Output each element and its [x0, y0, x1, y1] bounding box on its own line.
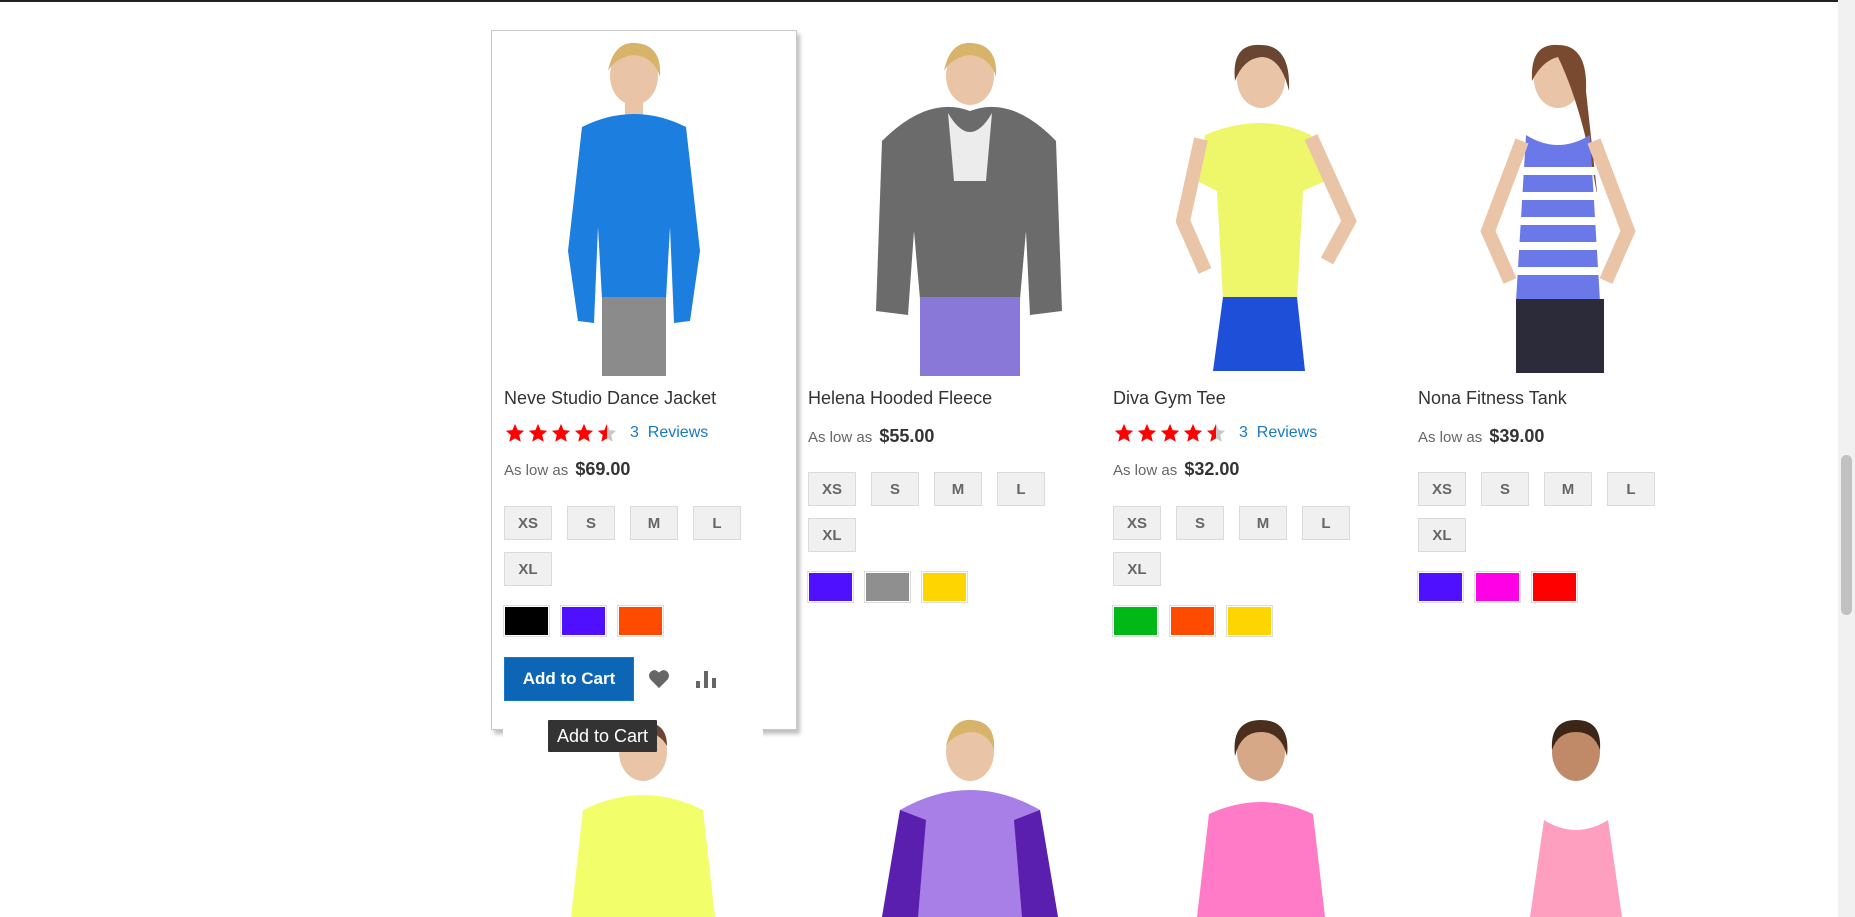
model-photo: [876, 42, 1062, 376]
model-photo: [1480, 44, 1636, 373]
color-swatches: [807, 571, 1089, 603]
star-full-icon: [1137, 423, 1157, 442]
product-image[interactable]: [808, 710, 1068, 917]
product-card-nona-fitness-tank[interactable]: Nona Fitness Tank As low as $39.00 XS S …: [1417, 31, 1699, 603]
size-options: XS S M L XL: [1113, 506, 1373, 586]
size-option[interactable]: S: [567, 506, 615, 540]
product-name[interactable]: Diva Gym Tee: [1113, 387, 1394, 409]
model-photo: [1175, 44, 1357, 371]
product-rating: 3 Reviews: [504, 421, 785, 445]
size-option[interactable]: L: [1302, 506, 1350, 540]
reviews-link[interactable]: 3 Reviews: [1239, 424, 1317, 442]
size-option[interactable]: M: [934, 472, 982, 506]
size-option[interactable]: L: [997, 472, 1045, 506]
size-option[interactable]: XL: [1113, 552, 1161, 586]
color-swatch[interactable]: [1417, 571, 1464, 603]
size-option[interactable]: XS: [1418, 472, 1466, 506]
star-full-icon: [574, 423, 594, 442]
model-photo: [568, 42, 700, 376]
color-swatches: [1112, 605, 1394, 637]
color-swatch[interactable]: [1112, 605, 1159, 637]
product-image[interactable]: [808, 31, 1068, 376]
page-scrollbar[interactable]: [1838, 0, 1855, 917]
color-swatch[interactable]: [1474, 571, 1521, 603]
color-swatches: [1417, 571, 1699, 603]
price-box: As low as $69.00: [504, 459, 631, 479]
price: $69.00: [575, 459, 631, 479]
product-name[interactable]: Helena Hooded Fleece: [808, 387, 1089, 409]
rating-stars: [1113, 422, 1227, 444]
product-image[interactable]: [1418, 31, 1678, 376]
color-swatch[interactable]: [807, 571, 854, 603]
color-swatches: [503, 605, 785, 637]
scrollbar-thumb[interactable]: [1841, 455, 1852, 615]
color-swatch[interactable]: [617, 605, 664, 637]
color-swatch[interactable]: [1531, 571, 1578, 603]
price: $39.00: [1489, 426, 1545, 446]
top-border: [0, 0, 1855, 2]
heart-icon[interactable]: [647, 667, 671, 691]
product-card-neve-studio-dance-jacket[interactable]: Neve Studio Dance Jacket 3 Reviews As lo…: [491, 30, 797, 730]
compare-icon[interactable]: [694, 667, 718, 691]
star-full-icon: [1183, 423, 1203, 442]
product-name[interactable]: Nona Fitness Tank: [1418, 387, 1699, 409]
add-to-cart-tooltip: Add to Cart: [548, 720, 658, 752]
product-image[interactable]: [1418, 710, 1678, 917]
size-options: XS S M L XL: [504, 506, 764, 586]
product-image[interactable]: [504, 31, 764, 376]
color-swatch[interactable]: [921, 571, 968, 603]
price-box: As low as $55.00: [808, 426, 935, 446]
size-option[interactable]: S: [1481, 472, 1529, 506]
price: $55.00: [879, 426, 935, 446]
product-card[interactable]: [1113, 710, 1394, 917]
size-option[interactable]: XS: [1113, 506, 1161, 540]
color-swatch[interactable]: [864, 571, 911, 603]
add-to-cart-button[interactable]: Add to Cart: [504, 657, 634, 701]
product-image[interactable]: [1113, 31, 1373, 376]
color-swatch[interactable]: [503, 605, 550, 637]
size-option[interactable]: S: [1176, 506, 1224, 540]
model-photo: [1197, 720, 1325, 917]
price: $32.00: [1184, 459, 1240, 479]
star-half-icon: [1206, 423, 1226, 442]
reviews-link[interactable]: 3 Reviews: [630, 424, 708, 442]
color-swatch[interactable]: [1169, 605, 1216, 637]
star-full-icon: [551, 423, 571, 442]
price-box: As low as $32.00: [1113, 459, 1240, 479]
size-option[interactable]: XL: [1418, 518, 1466, 552]
size-option[interactable]: XS: [808, 472, 856, 506]
product-card[interactable]: [808, 710, 1089, 917]
product-name[interactable]: Neve Studio Dance Jacket: [504, 387, 785, 409]
size-option[interactable]: S: [871, 472, 919, 506]
color-swatch[interactable]: [560, 605, 607, 637]
size-option[interactable]: M: [630, 506, 678, 540]
star-full-icon: [1114, 423, 1134, 442]
product-card-diva-gym-tee[interactable]: Diva Gym Tee 3 Reviews As low as $32.00 …: [1112, 31, 1394, 637]
size-options: XS S M L XL: [1418, 472, 1678, 552]
product-card-helena-hooded-fleece[interactable]: Helena Hooded Fleece As low as $55.00 XS…: [807, 31, 1089, 603]
model-photo: [882, 719, 1058, 917]
size-option[interactable]: XL: [808, 518, 856, 552]
model-photo: [1530, 720, 1622, 917]
product-image[interactable]: [1113, 710, 1373, 917]
price-box: As low as $39.00: [1418, 426, 1545, 446]
size-option[interactable]: L: [1607, 472, 1655, 506]
star-full-icon: [505, 423, 525, 442]
size-options: XS S M L XL: [808, 472, 1068, 552]
star-full-icon: [528, 423, 548, 442]
star-full-icon: [1160, 423, 1180, 442]
size-option[interactable]: XL: [504, 552, 552, 586]
size-option[interactable]: XS: [504, 506, 552, 540]
star-half-icon: [597, 423, 617, 442]
product-rating: 3 Reviews: [1113, 421, 1394, 445]
product-card[interactable]: [1418, 710, 1699, 917]
size-option[interactable]: L: [693, 506, 741, 540]
size-option[interactable]: M: [1239, 506, 1287, 540]
rating-stars: [504, 422, 618, 444]
color-swatch[interactable]: [1226, 605, 1273, 637]
size-option[interactable]: M: [1544, 472, 1592, 506]
product-actions: Add to Cart: [504, 657, 785, 701]
